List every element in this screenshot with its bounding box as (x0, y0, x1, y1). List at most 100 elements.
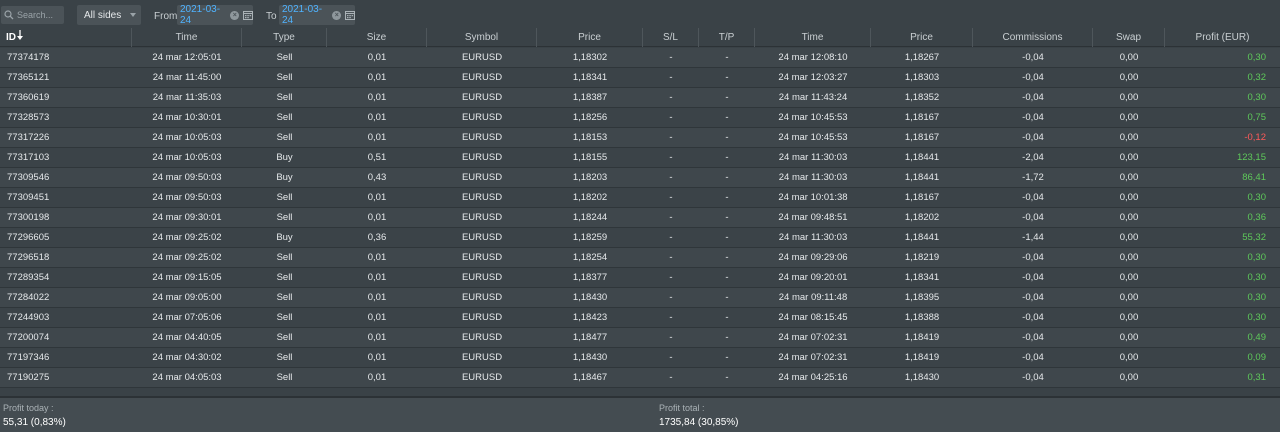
cell-close-price: 1,18219 (904, 252, 940, 263)
column-header-id[interactable]: ID (0, 28, 132, 47)
table-row[interactable]: 77317103 24 mar 10:05:03 Buy 0,51 EURUSD 1,18… (0, 148, 1280, 168)
cell-commissions: -0,04 (1022, 72, 1044, 83)
cell-id: 77300198 (7, 212, 50, 223)
table-row[interactable]: 77289354 24 mar 09:15:05 Sell 0,01 EURUSD 1,1… (0, 268, 1280, 288)
cell-symbol: EURUSD (461, 292, 503, 303)
cell-profit: 0,32 (1247, 72, 1267, 83)
sort-desc-icon[interactable] (17, 28, 23, 47)
cell-stop-loss: - (669, 372, 673, 383)
column-header-type[interactable]: Type (242, 28, 327, 47)
table-row[interactable]: 77309546 24 mar 09:50:03 Buy 0,43 EURUSD 1,18… (0, 168, 1280, 188)
cell-open-price: 1,18202 (572, 192, 608, 203)
clear-icon[interactable]: × (230, 10, 239, 20)
clear-icon[interactable]: × (332, 10, 341, 20)
table-row[interactable]: 77197346 24 mar 04:30:02 Sell 0,01 EURUSD 1,1… (0, 348, 1280, 368)
table-row[interactable]: 77309451 24 mar 09:50:03 Sell 0,01 EURUSD 1,1… (0, 188, 1280, 208)
cell-commissions: -0,04 (1022, 132, 1044, 143)
cell-stop-loss: - (669, 72, 673, 83)
cell-close-price: 1,18167 (904, 192, 940, 203)
cell-profit: 0,30 (1247, 92, 1267, 103)
column-header-label: Size (366, 32, 387, 43)
cell-swap: 0,00 (1119, 352, 1139, 363)
cell-take-profit: - (725, 172, 729, 183)
cell-close-time: 24 mar 12:03:27 (778, 72, 848, 83)
column-header-label: Symbol (464, 32, 499, 43)
table-row[interactable]: 77296518 24 mar 09:25:02 Sell 0,01 EURUSD 1,1… (0, 248, 1280, 268)
column-header-close-time[interactable]: Time (755, 28, 871, 47)
cell-stop-loss: - (669, 292, 673, 303)
cell-swap: 0,00 (1119, 372, 1139, 383)
cell-open-price: 1,18153 (572, 132, 608, 143)
cell-open-time: 24 mar 09:05:00 (152, 292, 222, 303)
column-header-profit[interactable]: Profit (EUR) (1165, 28, 1280, 47)
cell-close-time: 24 mar 12:08:10 (778, 52, 848, 63)
column-header-open-time[interactable]: Time (132, 28, 242, 47)
cell-size: 0,01 (367, 272, 387, 283)
cell-open-time: 24 mar 07:05:06 (152, 312, 222, 323)
cell-stop-loss: - (669, 232, 673, 243)
cell-close-price: 1,18441 (904, 152, 940, 163)
cell-size: 0,01 (367, 372, 387, 383)
table-row[interactable]: 77374178 24 mar 12:05:01 Sell 0,01 EURUSD 1,1… (0, 48, 1280, 68)
cell-id: 77190275 (7, 372, 50, 383)
table-row[interactable]: 77244903 24 mar 07:05:06 Sell 0,01 EURUSD 1,1… (0, 308, 1280, 328)
table-row[interactable]: 77365121 24 mar 11:45:00 Sell 0,01 EURUSD 1,1… (0, 68, 1280, 88)
cell-id: 77197346 (7, 352, 50, 363)
calendar-icon[interactable] (345, 10, 355, 20)
cell-take-profit: - (725, 112, 729, 123)
search-input[interactable]: Search... (1, 6, 64, 24)
column-header-take-profit[interactable]: T/P (699, 28, 755, 47)
cell-size: 0,01 (367, 132, 387, 143)
table-row[interactable]: 77328573 24 mar 10:30:01 Sell 0,01 EURUSD 1,1… (0, 108, 1280, 128)
cell-id: 77328573 (7, 112, 50, 123)
calendar-icon[interactable] (243, 10, 253, 20)
cell-profit: 0,31 (1247, 372, 1267, 383)
table-row[interactable]: 77317226 24 mar 10:05:03 Sell 0,01 EURUSD 1,1… (0, 128, 1280, 148)
column-header-swap[interactable]: Swap (1093, 28, 1165, 47)
cell-take-profit: - (725, 212, 729, 223)
cell-size: 0,01 (367, 92, 387, 103)
column-header-open-price[interactable]: Price (537, 28, 643, 47)
cell-close-price: 1,18395 (904, 292, 940, 303)
cell-commissions: -1,44 (1022, 232, 1044, 243)
cell-close-price: 1,18352 (904, 92, 940, 103)
cell-profit: 0,30 (1247, 192, 1267, 203)
cell-open-price: 1,18203 (572, 172, 608, 183)
cell-symbol: EURUSD (461, 372, 503, 383)
cell-open-time: 24 mar 04:05:03 (152, 372, 222, 383)
column-header-stop-loss[interactable]: S/L (643, 28, 699, 47)
cell-stop-loss: - (669, 112, 673, 123)
cell-stop-loss: - (669, 92, 673, 103)
cell-open-price: 1,18387 (572, 92, 608, 103)
cell-take-profit: - (725, 132, 729, 143)
to-label: To (266, 11, 277, 22)
cell-commissions: -2,04 (1022, 152, 1044, 163)
column-header-symbol[interactable]: Symbol (427, 28, 537, 47)
cell-profit: 0,30 (1247, 312, 1267, 323)
cell-commissions: -0,04 (1022, 192, 1044, 203)
cell-type: Sell (276, 52, 293, 63)
chevron-down-icon (130, 13, 136, 17)
table-row[interactable]: 77284022 24 mar 09:05:00 Sell 0,01 EURUSD 1,1… (0, 288, 1280, 308)
column-header-close-price[interactable]: Price (871, 28, 973, 47)
cell-profit: 86,41 (1242, 172, 1266, 183)
cell-size: 0,01 (367, 332, 387, 343)
table-row[interactable]: 77360619 24 mar 11:35:03 Sell 0,01 EURUSD 1,1… (0, 88, 1280, 108)
table-row[interactable]: 77296605 24 mar 09:25:02 Buy 0,36 EURUSD 1,18… (0, 228, 1280, 248)
sides-select[interactable]: All sides (77, 5, 141, 25)
cell-commissions: -0,04 (1022, 92, 1044, 103)
cell-profit: 123,15 (1236, 152, 1266, 163)
table-row[interactable]: 77300198 24 mar 09:30:01 Sell 0,01 EURUSD 1,1… (0, 208, 1280, 228)
cell-id: 77284022 (7, 292, 50, 303)
cell-profit: 0,75 (1247, 112, 1267, 123)
cell-type: Buy (276, 152, 293, 163)
table-row[interactable]: 77200074 24 mar 04:40:05 Sell 0,01 EURUSD 1,1… (0, 328, 1280, 348)
column-header-size[interactable]: Size (327, 28, 427, 47)
cell-type: Sell (276, 132, 293, 143)
column-header-commissions[interactable]: Commissions (973, 28, 1093, 47)
cell-symbol: EURUSD (461, 332, 503, 343)
from-date-field[interactable]: 2021-03-24 × (177, 4, 253, 26)
table-row[interactable]: 77190275 24 mar 04:05:03 Sell 0,01 EURUSD 1,1… (0, 368, 1280, 388)
cell-type: Buy (276, 172, 293, 183)
to-date-field[interactable]: 2021-03-24 × (279, 4, 355, 26)
